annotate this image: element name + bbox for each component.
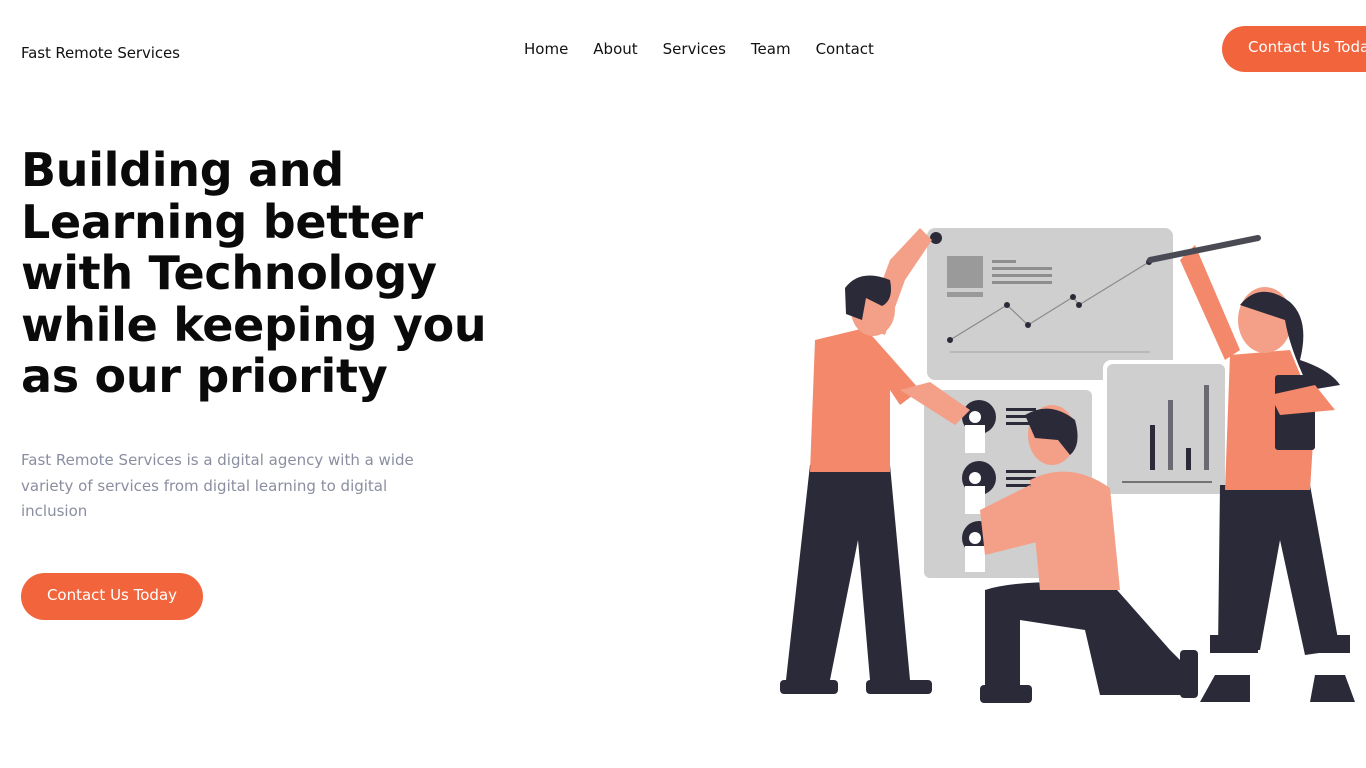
brand-logo[interactable]: Fast Remote Services (21, 44, 180, 62)
landing-page: Fast Remote Services Home About Services… (0, 0, 1366, 768)
hero-description: Fast Remote Services is a digital agency… (21, 451, 414, 520)
nav-services[interactable]: Services (663, 40, 726, 58)
line-chart-panel (927, 228, 1173, 380)
nav-contact[interactable]: Contact (816, 40, 874, 58)
nav-home[interactable]: Home (524, 40, 568, 58)
hero-contact-button[interactable]: Contact Us Today (21, 573, 203, 620)
hero-title: Building and Learning better with Techno… (21, 143, 487, 403)
nav-about[interactable]: About (593, 40, 637, 58)
header-contact-button[interactable]: Contact Us Today (1222, 26, 1366, 72)
main-nav: Home About Services Team Contact (524, 40, 874, 58)
team-collaboration-illustration (780, 228, 1355, 703)
nav-team[interactable]: Team (751, 40, 791, 58)
